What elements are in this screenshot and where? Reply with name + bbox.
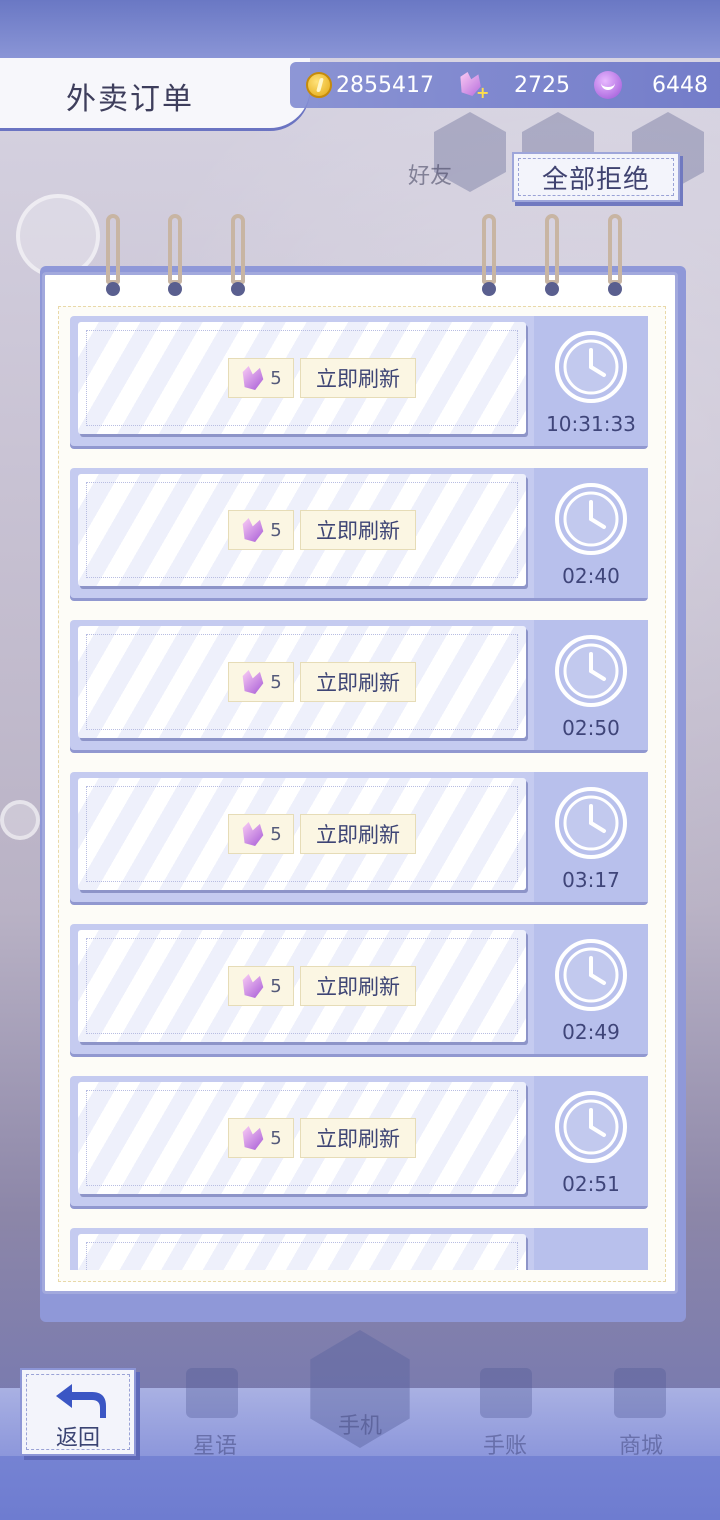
title-tab: 外卖订单 (0, 58, 310, 128)
order-card: 5 立即刷新 02:49 (70, 924, 648, 1054)
cost-value: 5 (270, 671, 282, 693)
clock-icon (555, 787, 627, 859)
timer-box: 02:49 (534, 924, 648, 1054)
order-slot: 5 立即刷新 (78, 626, 526, 738)
cost-value: 5 (270, 975, 282, 997)
smile-value: 6448 (652, 72, 708, 98)
back-arrow-icon (56, 1384, 106, 1418)
star-language-icon (186, 1368, 238, 1418)
round-decoration-icon (0, 800, 40, 840)
swan-icon (242, 670, 264, 694)
order-slot: 5 立即刷新 (78, 930, 526, 1042)
refresh-cost: 5 (228, 358, 294, 398)
back-label: 返回 (55, 1426, 100, 1451)
order-card: 5 立即刷新 02:40 (70, 468, 648, 598)
binder-ring-icon (608, 214, 622, 298)
cost-value: 5 (270, 367, 282, 389)
order-card: 5 立即刷新 10:31:33 (70, 316, 648, 446)
refresh-now-button[interactable]: 立即刷新 (300, 510, 416, 550)
binder-ring-icon (231, 214, 245, 298)
clock-icon (555, 331, 627, 403)
binder-ring-icon (482, 214, 496, 298)
order-slot: 5 立即刷新 (78, 474, 526, 586)
countdown-timer: 02:40 (562, 564, 620, 588)
binder-ring-icon (545, 214, 559, 298)
clock-icon (555, 1091, 627, 1163)
nav-item-handbook[interactable]: 手账 (460, 1428, 550, 1460)
countdown-timer: 02:50 (562, 716, 620, 740)
timer-box: 02:51 (534, 1076, 648, 1206)
countdown-timer: 02:49 (562, 1020, 620, 1044)
shop-icon (614, 1368, 666, 1418)
clock-icon (555, 635, 627, 707)
coin-counter[interactable]: 2855417 (306, 62, 434, 108)
refresh-cost: 5 (228, 1118, 294, 1158)
swan-icon (242, 366, 264, 390)
countdown-timer: 03:17 (562, 868, 620, 892)
order-slot: 5 立即刷新 (78, 1082, 526, 1194)
smile-icon (594, 71, 622, 99)
smile-counter[interactable]: 6448 (594, 62, 708, 108)
refresh-cost: 5 (228, 814, 294, 854)
order-card (70, 1228, 648, 1270)
countdown-timer: 02:51 (562, 1172, 620, 1196)
timer-box: 10:31:33 (534, 316, 648, 446)
swan-plus-icon[interactable]: + (456, 70, 490, 101)
swan-icon (242, 974, 264, 998)
swan-icon (242, 822, 264, 846)
clock-icon (555, 939, 627, 1011)
refresh-now-button[interactable]: 立即刷新 (300, 358, 416, 398)
swan-icon (242, 518, 264, 542)
cost-value: 5 (270, 1127, 282, 1149)
header-bar: 外卖订单 2855417 + 2725 6448 (0, 58, 720, 128)
cost-value: 5 (270, 823, 282, 845)
swan-value: 2725 (514, 72, 570, 98)
refresh-now-button[interactable]: 立即刷新 (300, 814, 416, 854)
swan-counter[interactable]: + 2725 (456, 62, 570, 108)
order-card: 5 立即刷新 02:51 (70, 1076, 648, 1206)
cost-value: 5 (270, 519, 282, 541)
resource-bar: 2855417 + 2725 6448 (290, 62, 720, 108)
refresh-now-button[interactable]: 立即刷新 (300, 966, 416, 1006)
timer-box: 02:50 (534, 620, 648, 750)
binder-ring-icon (106, 214, 120, 298)
handbook-icon (480, 1368, 532, 1418)
refresh-cost: 5 (228, 510, 294, 550)
swan-icon (242, 1126, 264, 1150)
back-button[interactable]: 返回 (20, 1368, 136, 1456)
coin-icon (306, 72, 332, 98)
coin-value: 2855417 (336, 72, 434, 98)
order-card: 5 立即刷新 02:50 (70, 620, 648, 750)
order-card: 5 立即刷新 03:17 (70, 772, 648, 902)
refresh-cost: 5 (228, 662, 294, 702)
page-title: 外卖订单 (66, 82, 194, 117)
refresh-now-button[interactable]: 立即刷新 (300, 1118, 416, 1158)
refresh-cost: 5 (228, 966, 294, 1006)
friend-label: 好友 (408, 164, 453, 189)
reject-all-button[interactable]: 全部拒绝 (512, 152, 680, 202)
nav-item-phone[interactable]: 手机 (315, 1408, 405, 1440)
order-slot: 5 立即刷新 (78, 322, 526, 434)
top-strip (0, 0, 720, 58)
nav-item-star-language[interactable]: 星语 (170, 1428, 260, 1460)
clock-icon (555, 483, 627, 555)
timer-box (534, 1228, 648, 1270)
refresh-now-button[interactable]: 立即刷新 (300, 662, 416, 702)
timer-box: 02:40 (534, 468, 648, 598)
order-slot: 5 立即刷新 (78, 778, 526, 890)
order-card-partial (70, 1228, 648, 1270)
nav-item-shop[interactable]: 商城 (596, 1428, 686, 1460)
reject-all-label: 全部拒绝 (541, 164, 650, 195)
timer-box: 03:17 (534, 772, 648, 902)
order-slot (78, 1234, 526, 1270)
countdown-timer: 10:31:33 (546, 412, 636, 436)
binder-ring-icon (168, 214, 182, 298)
